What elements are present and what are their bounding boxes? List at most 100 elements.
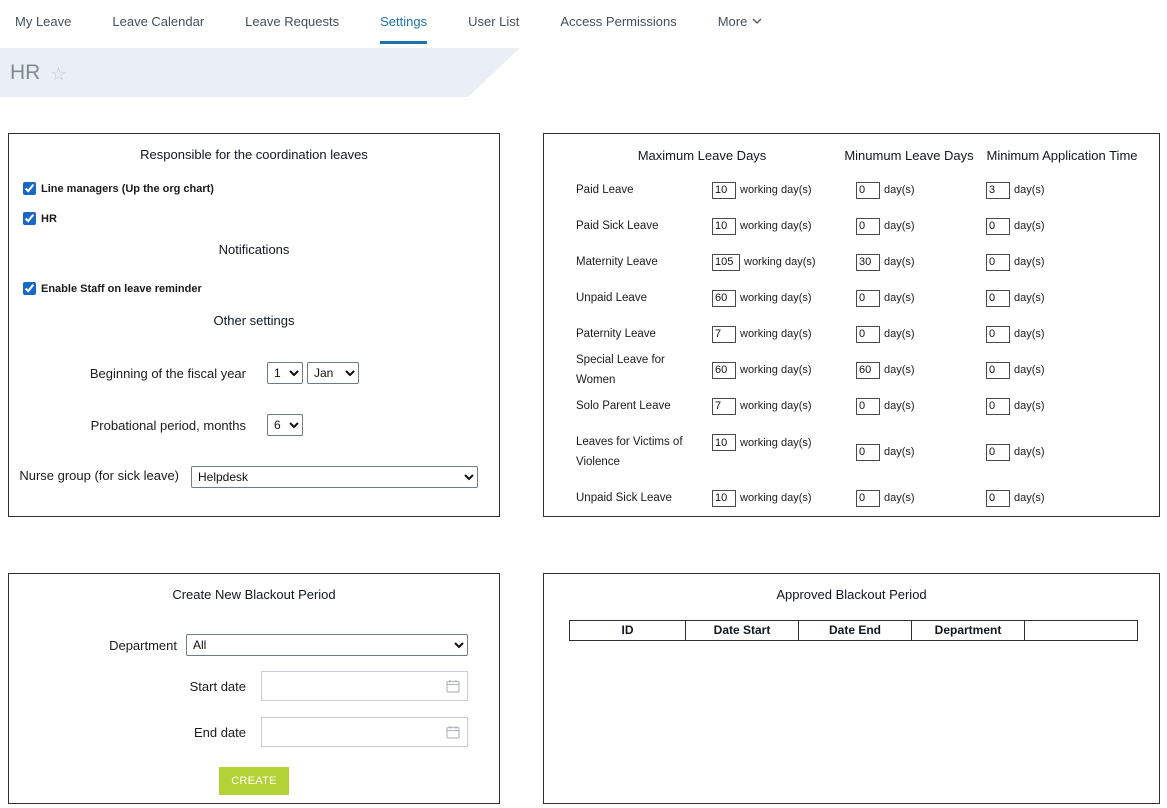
max-leave-days-input[interactable] [712, 398, 736, 415]
calendar-icon[interactable] [446, 679, 460, 693]
min-application-time-input[interactable] [986, 290, 1010, 307]
unit-label: day(s) [884, 292, 915, 304]
fiscal-year-row: Beginning of the fiscal year 1 Jan [9, 362, 359, 384]
line-managers-checkbox-row: Line managers (Up the org chart) [23, 182, 214, 195]
tab-more[interactable]: More [718, 14, 763, 44]
hr-label: HR [41, 213, 57, 225]
unit-label: day(s) [884, 328, 915, 340]
min-leave-days-input[interactable] [856, 182, 880, 199]
end-date-text-field[interactable] [262, 718, 446, 746]
tab-label: User List [468, 14, 519, 29]
calendar-icon[interactable] [446, 725, 460, 739]
tab-label: Settings [380, 14, 427, 29]
department-select[interactable]: All [186, 634, 468, 656]
unit-label: day(s) [1014, 184, 1045, 196]
leave-limits-panel: Maximum Leave Days Minumum Leave Days Mi… [543, 133, 1160, 517]
max-leave-days-input[interactable] [712, 326, 736, 343]
min-application-time-input[interactable] [986, 362, 1010, 379]
max-leave-days-input[interactable] [712, 434, 736, 451]
min-application-time-input[interactable] [986, 254, 1010, 271]
leave-type-label: Paternity Leave [576, 324, 712, 344]
unit-label: day(s) [884, 220, 915, 232]
unit-label: day(s) [1014, 446, 1045, 458]
min-leave-days-input[interactable] [856, 326, 880, 343]
leave-reminder-checkbox[interactable] [23, 282, 36, 295]
start-date-text-field[interactable] [262, 672, 446, 700]
unit-label: day(s) [884, 492, 915, 504]
start-date-input[interactable] [261, 671, 468, 701]
leave-type-label: Special Leave for Women [576, 350, 712, 390]
min-application-time-input[interactable] [986, 218, 1010, 235]
line-managers-checkbox[interactable] [23, 182, 36, 195]
max-leave-days-input[interactable] [712, 362, 736, 379]
fiscal-year-month-select[interactable]: Jan [307, 362, 359, 384]
leave-row: Special Leave for Women working day(s) d… [576, 352, 1151, 388]
leave-row: Unpaid Sick Leave working day(s) day(s) … [576, 480, 1151, 516]
leave-type-label: Unpaid Leave [576, 288, 712, 308]
start-date-row: Start date [9, 671, 468, 701]
unit-label: day(s) [884, 400, 915, 412]
column-header-department: Department [911, 621, 1024, 640]
max-leave-days-input[interactable] [712, 254, 740, 271]
approved-blackout-panel: Approved Blackout Period ID Date Start D… [543, 573, 1160, 804]
max-leave-days-input[interactable] [712, 182, 736, 199]
end-date-input[interactable] [261, 717, 468, 747]
leave-row: Unpaid Leave working day(s) day(s) day(s… [576, 280, 1151, 316]
start-date-label: Start date [9, 679, 246, 694]
min-leave-days-input[interactable] [856, 398, 880, 415]
leave-type-label: Leaves for Victims of Violence [576, 432, 712, 472]
leave-row: Paid Leave working day(s) day(s) day(s) [576, 172, 1151, 208]
min-application-time-header: Minimum Application Time [987, 148, 1138, 163]
end-date-row: End date [9, 717, 468, 747]
tab-leave-calendar[interactable]: Leave Calendar [112, 14, 204, 44]
min-application-time-input[interactable] [986, 182, 1010, 199]
unit-label: working day(s) [740, 437, 812, 449]
hr-checkbox-row: HR [23, 212, 57, 225]
hr-settings-page: My Leave Leave Calendar Leave Requests S… [0, 0, 1167, 808]
min-leave-days-input[interactable] [856, 218, 880, 235]
leave-reminder-checkbox-row: Enable Staff on leave reminder [23, 282, 202, 295]
create-button[interactable]: CREATE [219, 767, 289, 795]
min-leave-days-input[interactable] [856, 362, 880, 379]
unit-label: day(s) [884, 446, 915, 458]
fiscal-year-day-select[interactable]: 1 [267, 362, 303, 384]
unit-label: working day(s) [740, 292, 812, 304]
min-leave-days-input[interactable] [856, 290, 880, 307]
max-leave-days-input[interactable] [712, 490, 736, 507]
tab-user-list[interactable]: User List [468, 14, 519, 44]
tab-settings[interactable]: Settings [380, 14, 427, 44]
favorite-star-icon[interactable]: ☆ [50, 63, 66, 83]
tab-label: Leave Requests [245, 14, 339, 29]
probation-select[interactable]: 6 [267, 414, 303, 436]
min-leave-days-input[interactable] [856, 490, 880, 507]
line-managers-label: Line managers (Up the org chart) [41, 183, 214, 195]
nurse-group-row: Nurse group (for sick leave) Helpdesk [9, 466, 478, 488]
max-leave-days-input[interactable] [712, 218, 736, 235]
unit-label: day(s) [884, 364, 915, 376]
unit-label: day(s) [1014, 256, 1045, 268]
max-leave-days-header: Maximum Leave Days [638, 148, 767, 163]
min-leave-days-input[interactable] [856, 254, 880, 271]
page-header: HR ☆ [0, 48, 520, 97]
nurse-group-select[interactable]: Helpdesk [191, 466, 478, 488]
tab-leave-requests[interactable]: Leave Requests [245, 14, 339, 44]
create-blackout-panel: Create New Blackout Period Department Al… [8, 573, 500, 804]
leave-type-label: Solo Parent Leave [576, 396, 712, 416]
min-leave-days-input[interactable] [856, 444, 880, 461]
page-title: HR [10, 61, 40, 85]
hr-checkbox[interactable] [23, 212, 36, 225]
nurse-group-label: Nurse group (for sick leave) [9, 466, 179, 486]
min-leave-days-header: Minumum Leave Days [844, 148, 973, 163]
max-leave-days-input[interactable] [712, 290, 736, 307]
unit-label: working day(s) [740, 364, 812, 376]
min-application-time-input[interactable] [986, 398, 1010, 415]
min-application-time-input[interactable] [986, 326, 1010, 343]
column-header-id: ID [570, 621, 685, 640]
min-application-time-input[interactable] [986, 444, 1010, 461]
chevron-down-icon [752, 18, 762, 24]
leave-row: Solo Parent Leave working day(s) day(s) … [576, 388, 1151, 424]
tab-label: Leave Calendar [112, 14, 204, 29]
tab-access-permissions[interactable]: Access Permissions [560, 14, 676, 44]
min-application-time-input[interactable] [986, 490, 1010, 507]
tab-my-leave[interactable]: My Leave [15, 14, 71, 44]
